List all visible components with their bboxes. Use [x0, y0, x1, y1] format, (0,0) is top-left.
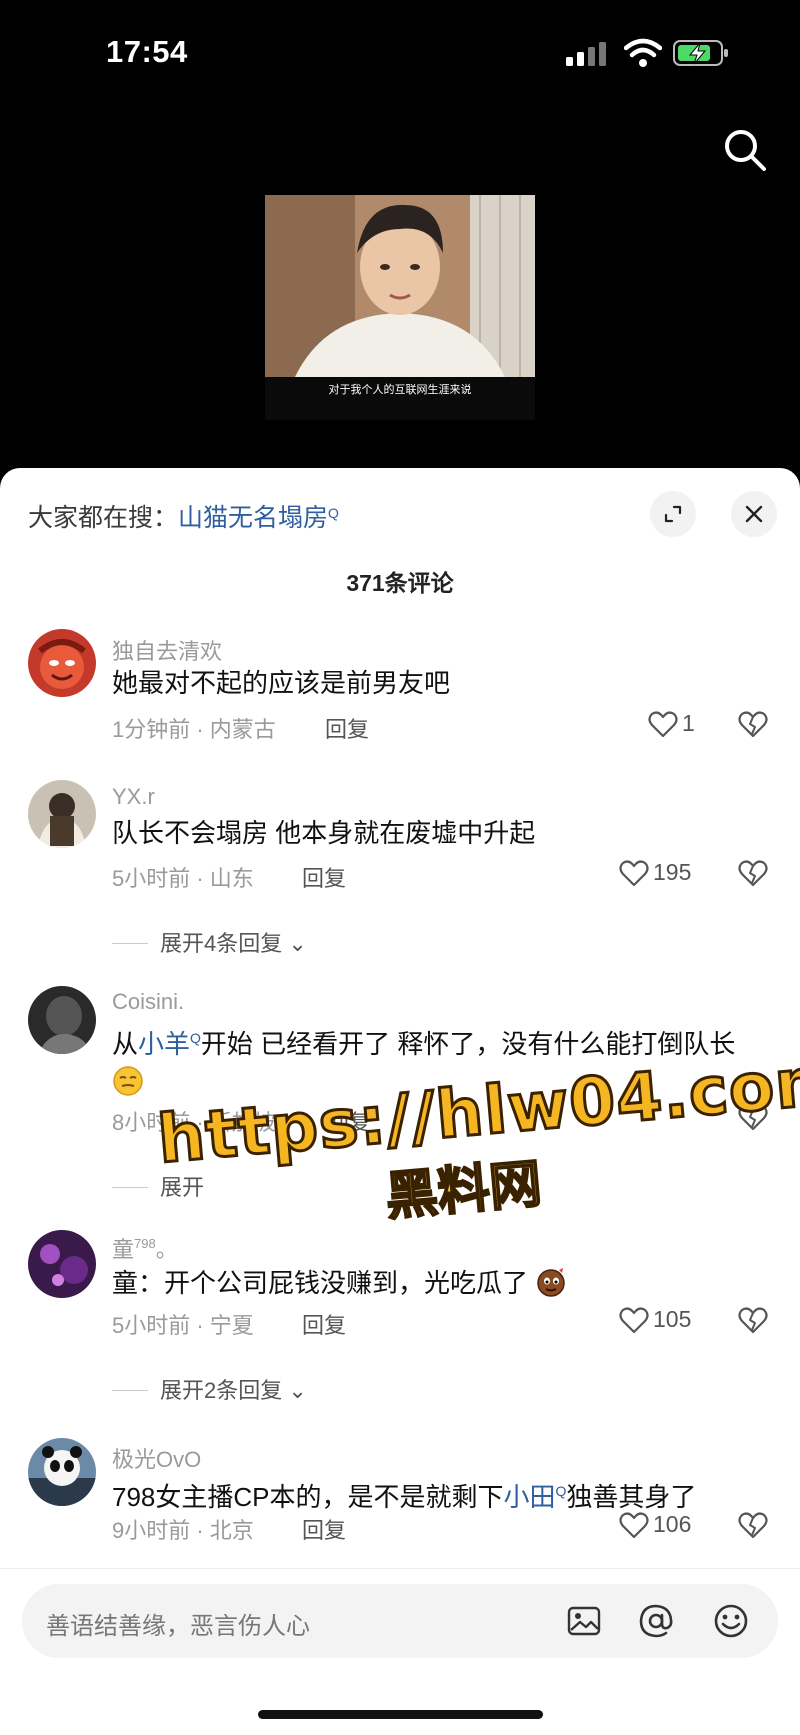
hot-search-term[interactable]: 山猫无名塌房: [178, 504, 328, 532]
emoji-icon: [113, 1066, 143, 1096]
comment-count: 371条评论: [346, 570, 454, 596]
search-small-icon: Q: [328, 505, 339, 521]
expand-replies-label: 展开2条回复: [160, 1378, 283, 1403]
comment-username[interactable]: Coisini.: [112, 989, 184, 1015]
comment-username[interactable]: 极光OvO: [112, 1442, 201, 1474]
smile-icon[interactable]: [712, 1602, 750, 1640]
comment-text-part: 从: [112, 1029, 139, 1059]
search-small-icon: Q: [555, 1483, 567, 1499]
chevron-down-icon: ⌄: [288, 1378, 307, 1403]
broken-heart-icon[interactable]: [738, 710, 768, 740]
reply-button[interactable]: 回复: [302, 1513, 346, 1545]
comment-text: 798女主播CP本的，是不是就剩下小田Q独善其身了: [112, 1472, 772, 1516]
hot-search-bar[interactable]: 大家都在搜：山猫无名塌房Q: [28, 498, 339, 534]
mention-link[interactable]: 小田: [504, 1482, 556, 1512]
video-thumbnail: [265, 195, 535, 377]
expand-replies-label: 展开4条回复: [160, 931, 283, 956]
mention-link[interactable]: 小羊: [138, 1029, 190, 1059]
emoji-icon: [537, 1268, 565, 1297]
like-count: 106: [653, 1511, 692, 1537]
broken-heart-icon[interactable]: [738, 1306, 768, 1336]
status-bar: 17:54: [0, 0, 800, 110]
comment-input-placeholder: 善语结善缘，恶言伤人心: [46, 1613, 310, 1640]
avatar[interactable]: [28, 629, 96, 697]
comment-username[interactable]: 独自去清欢: [112, 634, 222, 666]
comment-meta: 1分钟前 · 内蒙古: [112, 717, 276, 742]
like-count: 195: [653, 859, 692, 885]
avatar[interactable]: [28, 1438, 96, 1506]
avatar[interactable]: [28, 780, 96, 848]
home-indicator: [258, 1710, 543, 1719]
divider-line: [112, 1187, 148, 1188]
heart-icon: [619, 1512, 649, 1539]
status-time: 17:54: [106, 34, 188, 69]
reply-button[interactable]: 回复: [302, 1308, 346, 1340]
avatar[interactable]: [28, 986, 96, 1054]
expand-button[interactable]: [650, 491, 696, 537]
close-icon: [745, 505, 763, 523]
comment-text: 队长不会塌房 他本身就在废墟中升起: [112, 818, 536, 848]
divider-line: [112, 1390, 148, 1391]
broken-heart-icon[interactable]: [738, 1511, 768, 1541]
expand-icon: [664, 505, 682, 523]
avatar[interactable]: [28, 1230, 96, 1298]
hot-search-label: 大家都在搜：: [28, 504, 179, 532]
reply-button[interactable]: 回复: [325, 712, 369, 744]
comment-text-part: 798女主播CP本的，是不是就剩下: [112, 1482, 504, 1512]
comment-text-part: 独善其身了: [566, 1482, 697, 1512]
expand-replies-button[interactable]: 展开4条回复 ⌄: [112, 926, 307, 958]
comment-username-text: 童: [112, 1237, 135, 1262]
battery-charging-icon: [673, 40, 728, 66]
comment-username[interactable]: YX.r: [112, 784, 155, 810]
image-icon[interactable]: [565, 1602, 603, 1640]
heart-icon: [619, 860, 649, 887]
divider-line: [112, 943, 148, 944]
reply-button[interactable]: 回复: [302, 861, 346, 893]
comment-meta: 5小时前 · 山东: [112, 866, 254, 891]
expand-replies-button[interactable]: 展开2条回复 ⌄: [112, 1373, 307, 1405]
chevron-down-icon: ⌄: [288, 931, 307, 956]
at-icon[interactable]: [637, 1602, 675, 1640]
close-button[interactable]: [731, 491, 777, 537]
comment-input[interactable]: 善语结善缘，恶言伤人心: [22, 1584, 778, 1658]
comment-meta: 5小时前 · 宁夏: [112, 1313, 254, 1338]
comment-text: 童：开个公司屁钱没赚到，光吃瓜了: [112, 1264, 772, 1302]
heart-icon: [648, 711, 678, 738]
broken-heart-icon[interactable]: [738, 859, 768, 889]
like-count: 105: [653, 1306, 692, 1332]
like-count: 1: [682, 710, 695, 736]
comment-text-part: 童：开个公司屁钱没赚到，光吃瓜了: [112, 1268, 529, 1298]
wifi-icon: [624, 38, 662, 67]
video-subtitle: 对于我个人的互联网生涯来说: [328, 384, 472, 396]
cellular-signal-icon: [566, 42, 606, 66]
heart-icon: [619, 1307, 649, 1334]
username-badge: 798: [134, 1236, 156, 1251]
search-icon[interactable]: [722, 127, 768, 173]
comment-text: 她最对不起的应该是前男友吧: [112, 668, 451, 698]
video-player[interactable]: 对于我个人的互联网生涯来说: [265, 195, 535, 420]
comment-meta: 9小时前 · 北京: [112, 1518, 254, 1543]
search-small-icon: Q: [190, 1030, 201, 1046]
comment-text-part: 开始 已经看开了 释怀了，没有什么能打倒队长: [200, 1029, 736, 1059]
comment-input-bar: 善语结善缘，恶言伤人心: [0, 1568, 800, 1735]
